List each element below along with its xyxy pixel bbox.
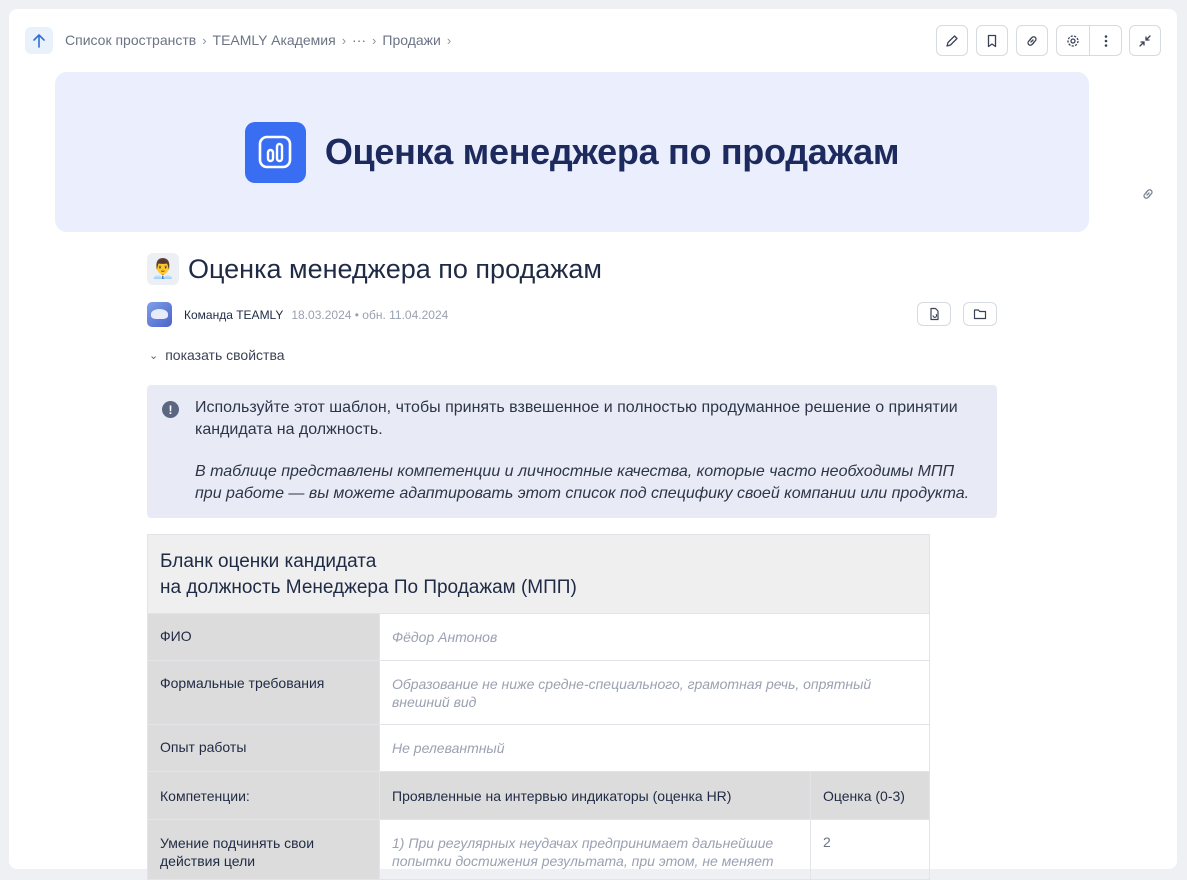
evaluation-table: Бланк оценки кандидата на должность Мене… — [147, 534, 930, 880]
chevron-down-icon: ⌄ — [149, 349, 159, 362]
anchor-link-icon[interactable] — [1141, 187, 1155, 206]
breadcrumb-item-academy[interactable]: TEAMLY Академия — [213, 32, 336, 48]
callout-italic-text: В таблице представлены компетенции и лич… — [195, 463, 970, 502]
chevron-right-icon: › — [202, 32, 207, 48]
table-row: ФИО Фёдор Антонов — [147, 613, 930, 661]
gear-icon — [1067, 34, 1079, 47]
header-indicators: Проявленные на интервью индикаторы (оцен… — [379, 771, 811, 820]
chevron-right-icon: › — [372, 32, 377, 48]
chart-logo-icon — [244, 121, 306, 183]
history-button[interactable] — [917, 302, 951, 326]
document-refresh-icon — [930, 307, 939, 321]
row-value[interactable]: Не релевантный — [379, 724, 930, 772]
settings-group — [1056, 25, 1122, 56]
link-icon — [1027, 35, 1037, 46]
show-properties-toggle[interactable]: ⌄ показать свойства — [149, 347, 285, 363]
page-meta: Команда TEAMLY 18.03.2024 • обн. 11.04.2… — [147, 302, 448, 327]
competency-label: Умение подчинять свои действия цели — [147, 819, 380, 880]
move-to-folder-button[interactable] — [963, 302, 997, 326]
toolbar — [936, 25, 968, 56]
breadcrumb-item-spaces[interactable]: Список пространств — [65, 32, 196, 48]
cover-banner: Оценка менеджера по продажам — [55, 72, 1089, 232]
competency-indicators[interactable]: 1) При регулярных неудачах предпринимает… — [379, 819, 811, 880]
chevron-right-icon: › — [446, 32, 452, 48]
header-competencies: Компетенции: — [147, 771, 380, 820]
copy-link-button[interactable] — [1016, 25, 1048, 56]
info-callout: ! Используйте этот шаблон, чтобы принять… — [147, 385, 997, 518]
bookmark-icon — [987, 34, 997, 47]
show-properties-label: показать свойства — [165, 347, 285, 363]
breadcrumb-item-sales[interactable]: Продажи — [382, 32, 440, 48]
table-row: Бланк оценки кандидата на должность Мене… — [147, 534, 930, 614]
breadcrumb: Список пространств › TEAMLY Академия › ·… — [65, 32, 457, 48]
row-label: ФИО — [147, 613, 380, 661]
up-arrow-button[interactable] — [25, 27, 53, 54]
callout-text: Используйте этот шаблон, чтобы принять в… — [195, 399, 958, 438]
collapse-button[interactable] — [1129, 25, 1161, 56]
toolbar-group — [1056, 25, 1122, 56]
page-dates: 18.03.2024 • обн. 11.04.2024 — [291, 307, 449, 322]
header-score: Оценка (0-3) — [810, 771, 930, 820]
page-title: Оценка менеджера по продажам — [188, 254, 602, 284]
arrow-up-icon — [33, 33, 45, 48]
table-row: Формальные требования Образование не ниж… — [147, 660, 930, 725]
row-value[interactable]: Образование не ниже средне-специального,… — [379, 660, 930, 725]
row-label: Формальные требования — [147, 660, 380, 725]
breadcrumb-item-ellipsis[interactable]: ··· — [352, 32, 366, 48]
table-header-row: Компетенции: Проявленные на интервью инд… — [147, 771, 930, 820]
pencil-icon — [946, 34, 958, 47]
competency-score[interactable]: 2 — [810, 819, 930, 880]
toolbar-link — [1016, 25, 1048, 56]
info-icon: ! — [162, 401, 179, 418]
author-name[interactable]: Команда TEAMLY — [184, 308, 283, 322]
settings-button[interactable] — [1057, 26, 1089, 55]
collapse-icon — [1139, 34, 1151, 47]
page-emoji[interactable]: 👨‍💼 — [147, 253, 179, 285]
more-button[interactable] — [1089, 26, 1121, 55]
page: Список пространств › TEAMLY Академия › ·… — [9, 9, 1177, 880]
toolbar-collapse — [1129, 25, 1161, 56]
toolbar-bookmark — [976, 25, 1008, 56]
table-row: Опыт работы Не релевантный — [147, 724, 930, 772]
bookmark-button[interactable] — [976, 25, 1008, 56]
avatar[interactable] — [147, 302, 172, 327]
chevron-right-icon: › — [341, 32, 347, 48]
table-title-line1: Бланк оценки кандидата — [160, 551, 377, 572]
table-title-line2: на должность Менеджера По Продажам (МПП) — [160, 577, 577, 598]
row-value[interactable]: Фёдор Антонов — [379, 613, 930, 661]
edit-button[interactable] — [936, 25, 968, 56]
banner-title: Оценка менеджера по продажам — [324, 131, 900, 172]
more-vertical-icon — [1104, 34, 1107, 47]
folder-icon — [973, 309, 987, 320]
row-label: Опыт работы — [147, 724, 380, 772]
table-title: Бланк оценки кандидата на должность Мене… — [147, 534, 930, 614]
table-row: Умение подчинять свои действия цели 1) П… — [147, 819, 930, 880]
